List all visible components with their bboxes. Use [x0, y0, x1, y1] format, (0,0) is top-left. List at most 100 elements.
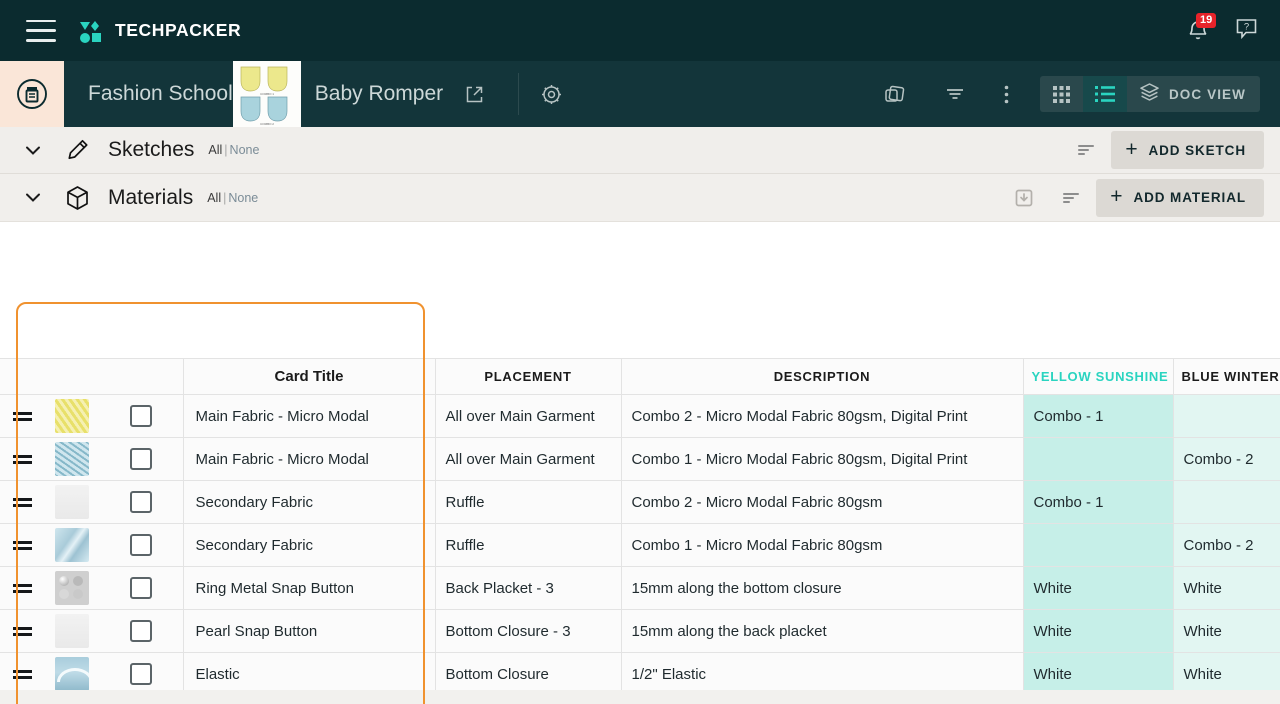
brand[interactable]: TECHPACKER	[78, 18, 241, 44]
help-icon[interactable]: ?	[1235, 17, 1258, 45]
material-thumbnail[interactable]	[44, 609, 99, 653]
table-row[interactable]: Secondary Fabric Ruffle Combo 1 - Micro …	[0, 523, 1280, 567]
drag-handle-icon[interactable]	[0, 566, 44, 610]
page-body: Sketches All | None + ADD SKETCH Materia…	[0, 127, 1280, 704]
cell-card-title[interactable]: Secondary Fabric	[183, 523, 436, 567]
grid-view-icon[interactable]	[1040, 76, 1083, 112]
section-sketches-actions: + ADD SKETCH	[1063, 131, 1280, 169]
material-thumbnail[interactable]	[44, 566, 99, 610]
chevron-down-icon[interactable]	[16, 145, 50, 156]
filter-all-link[interactable]: All	[208, 143, 222, 157]
cell-blue-winter[interactable]	[1173, 480, 1280, 524]
filter-all-link[interactable]: All	[207, 191, 221, 205]
sort-icon[interactable]	[1063, 142, 1111, 158]
cell-blue-winter[interactable]	[1173, 394, 1280, 438]
cell-placement[interactable]: Back Placket - 3	[435, 566, 622, 610]
cell-yellow-sunshine[interactable]: White	[1023, 566, 1174, 610]
col-header-card-title[interactable]: Card Title	[183, 358, 436, 395]
row-checkbox-cell[interactable]	[99, 394, 184, 438]
row-checkbox-cell[interactable]	[99, 437, 184, 481]
cell-yellow-sunshine[interactable]: Combo - 1	[1023, 394, 1174, 438]
row-checkbox-cell[interactable]	[99, 523, 184, 567]
table-row[interactable]: Ring Metal Snap Button Back Placket - 3 …	[0, 566, 1280, 610]
cell-blue-winter[interactable]: White	[1173, 566, 1280, 610]
row-checkbox[interactable]	[129, 448, 152, 470]
cell-placement[interactable]: Ruffle	[435, 480, 622, 524]
row-checkbox[interactable]	[129, 491, 152, 513]
cell-placement[interactable]: Ruffle	[435, 523, 622, 567]
material-thumbnail[interactable]	[44, 480, 99, 524]
breadcrumb-project[interactable]: Baby Romper	[301, 61, 484, 127]
cell-blue-winter[interactable]: Combo - 2	[1173, 523, 1280, 567]
svg-text:COMBO 1: COMBO 1	[260, 92, 274, 96]
row-checkbox-cell[interactable]	[99, 609, 184, 653]
row-checkbox-cell[interactable]	[99, 480, 184, 524]
filter-none-link[interactable]: None	[230, 143, 260, 157]
drag-handle-icon[interactable]	[0, 394, 44, 438]
row-checkbox[interactable]	[129, 534, 152, 556]
cell-yellow-sunshine[interactable]	[1023, 437, 1174, 481]
chevron-down-icon[interactable]	[16, 192, 50, 203]
col-header-description[interactable]: DESCRIPTION	[621, 358, 1024, 395]
breadcrumb-project-label: Baby Romper	[314, 82, 444, 105]
table-row[interactable]: Main Fabric - Micro Modal All over Main …	[0, 394, 1280, 438]
cell-description[interactable]: 15mm along the back placket	[621, 609, 1024, 653]
col-header-yellow-sunshine[interactable]: YELLOW SUNSHINE	[1023, 358, 1174, 395]
filter-icon[interactable]	[925, 83, 985, 105]
table-row[interactable]: Pearl Snap Button Bottom Closure - 3 15m…	[0, 609, 1280, 653]
cell-yellow-sunshine[interactable]	[1023, 523, 1174, 567]
cell-description[interactable]: 15mm along the bottom closure	[621, 566, 1024, 610]
breadcrumb-folder[interactable]: Fashion School	[64, 61, 233, 127]
table-row[interactable]: Main Fabric - Micro Modal All over Main …	[0, 437, 1280, 481]
cell-placement[interactable]: All over Main Garment	[435, 394, 622, 438]
add-material-button[interactable]: + ADD MATERIAL	[1096, 178, 1264, 217]
cell-description[interactable]: Combo 2 - Micro Modal Fabric 80gsm	[621, 480, 1024, 524]
cell-description[interactable]: Combo 2 - Micro Modal Fabric 80gsm, Digi…	[621, 394, 1024, 438]
material-thumbnail[interactable]	[44, 523, 99, 567]
external-link-icon[interactable]	[465, 85, 484, 104]
row-checkbox[interactable]	[129, 663, 152, 685]
list-view-icon[interactable]	[1082, 76, 1127, 112]
cell-yellow-sunshine[interactable]: Combo - 1	[1023, 480, 1174, 524]
cell-card-title[interactable]: Pearl Snap Button	[183, 609, 436, 653]
cell-placement[interactable]: Bottom Closure - 3	[435, 609, 622, 653]
project-settings-button[interactable]	[519, 61, 584, 127]
sort-icon[interactable]	[1048, 190, 1096, 206]
cell-card-title[interactable]: Main Fabric - Micro Modal	[183, 437, 436, 481]
doc-view-button[interactable]: DOC VIEW	[1127, 76, 1260, 112]
filter-none-link[interactable]: None	[228, 191, 258, 205]
cell-card-title[interactable]: Secondary Fabric	[183, 480, 436, 524]
material-thumbnail[interactable]	[44, 394, 99, 438]
notifications-button[interactable]: 19	[1187, 12, 1217, 43]
cell-yellow-sunshine[interactable]: White	[1023, 609, 1174, 653]
cell-card-title[interactable]: Ring Metal Snap Button	[183, 566, 436, 610]
drag-handle-icon[interactable]	[0, 437, 44, 481]
duplicate-icon[interactable]	[864, 83, 925, 106]
cell-placement[interactable]: All over Main Garment	[435, 437, 622, 481]
download-icon[interactable]	[1000, 188, 1048, 208]
hamburger-icon[interactable]	[26, 19, 56, 42]
row-checkbox-cell[interactable]	[99, 566, 184, 610]
horizontal-scrollbar[interactable]	[0, 690, 1280, 704]
material-thumbnail[interactable]	[44, 437, 99, 481]
materials-table-container[interactable]: Card Title PLACEMENT DESCRIPTION YELLOW …	[0, 358, 1280, 704]
more-vertical-icon[interactable]	[985, 85, 1028, 104]
add-sketch-button[interactable]: + ADD SKETCH	[1111, 131, 1264, 169]
techpack-icon-button[interactable]	[0, 61, 64, 127]
cell-blue-winter[interactable]: White	[1173, 609, 1280, 653]
row-checkbox[interactable]	[129, 405, 152, 427]
cell-blue-winter[interactable]: Combo - 2	[1173, 437, 1280, 481]
cell-description[interactable]: Combo 1 - Micro Modal Fabric 80gsm	[621, 523, 1024, 567]
cell-card-title[interactable]: Main Fabric - Micro Modal	[183, 394, 436, 438]
cell-description[interactable]: Combo 1 - Micro Modal Fabric 80gsm, Digi…	[621, 437, 1024, 481]
drag-handle-icon[interactable]	[0, 523, 44, 567]
drag-handle-icon[interactable]	[0, 609, 44, 653]
drag-handle-icon[interactable]	[0, 480, 44, 524]
project-thumbnail[interactable]: COMBO 1 COMBO 2	[232, 61, 301, 127]
table-row[interactable]: Secondary Fabric Ruffle Combo 2 - Micro …	[0, 480, 1280, 524]
col-header-placement[interactable]: PLACEMENT	[435, 358, 622, 395]
row-checkbox[interactable]	[129, 620, 152, 642]
col-header-handle	[0, 358, 44, 395]
row-checkbox[interactable]	[129, 577, 152, 599]
col-header-blue-winter[interactable]: BLUE WINTER	[1173, 358, 1280, 395]
